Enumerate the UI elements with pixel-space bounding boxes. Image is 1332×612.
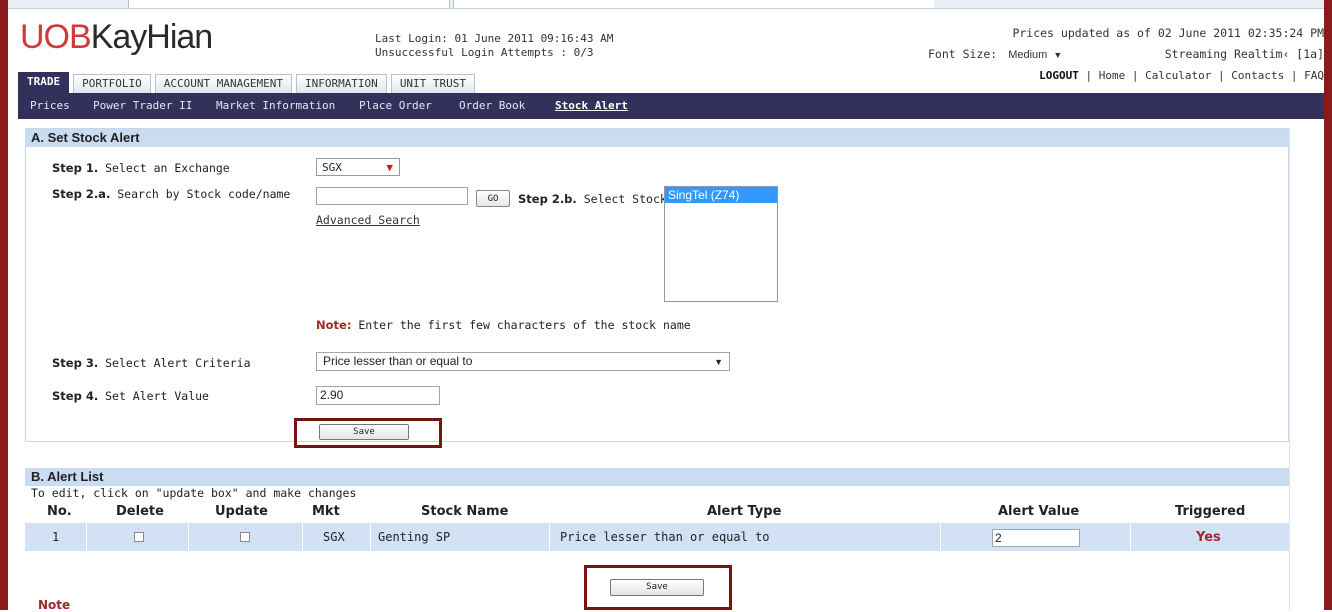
last-login: Last Login: 01 June 2011 09:16:43 AM	[375, 32, 614, 45]
step2b-label: Step 2.b. Select Stock	[518, 192, 667, 206]
row-alert-value-input[interactable]: 2	[992, 529, 1080, 547]
update-checkbox[interactable]	[240, 532, 250, 542]
unsuccessful-attempts: Unsuccessful Login Attempts : 0/3	[375, 46, 594, 59]
stock-listbox[interactable]: SingTel (Z74)	[664, 186, 778, 302]
step3-label: Step 3. Select Alert Criteria	[52, 356, 251, 370]
home-link[interactable]: Home	[1099, 69, 1126, 82]
alert-value-input[interactable]: 2.90	[316, 386, 440, 405]
column-divider	[1130, 523, 1131, 551]
step2a-label: Step 2.a. Search by Stock code/name	[52, 187, 291, 201]
col-alert-type: Alert Type	[707, 504, 782, 519]
save-list-button[interactable]: Save	[610, 579, 704, 596]
stock-option[interactable]: SingTel (Z74)	[665, 187, 777, 203]
prices-updated: Prices updated as of 02 June 2011 02:35:…	[1012, 26, 1324, 40]
col-update: Update	[215, 504, 268, 519]
save-alert-button[interactable]: Save	[319, 424, 409, 440]
contacts-link[interactable]: Contacts	[1231, 69, 1284, 82]
subnav-market-information[interactable]: Market Information	[216, 99, 335, 112]
exchange-select[interactable]: SGX ▼	[316, 158, 400, 176]
tab-portfolio[interactable]: PORTFOLIO	[73, 74, 151, 93]
column-divider	[188, 523, 189, 551]
row-alert-type: Price lesser than or equal to	[560, 530, 770, 544]
col-mkt: Mkt	[312, 504, 340, 519]
column-divider	[940, 523, 941, 551]
alert-list-instructions: To edit, click on "update box" and make …	[31, 486, 357, 500]
delete-checkbox[interactable]	[134, 532, 144, 542]
font-size-control: Font Size: Medium ▼	[928, 47, 1067, 62]
chevron-down-icon: ▼	[386, 161, 393, 174]
login-info: Last Login: 01 June 2011 09:16:43 AM Uns…	[375, 32, 613, 60]
top-links: LOGOUT | Home | Calculator | Contacts | …	[1039, 69, 1324, 82]
chevron-down-icon: ▼	[1053, 50, 1063, 60]
chevron-down-icon: ▼	[714, 357, 723, 367]
window-border-right	[1324, 0, 1332, 610]
column-divider	[549, 523, 550, 551]
col-stock-name: Stock Name	[421, 504, 509, 519]
subnav-stock-alert[interactable]: Stock Alert	[555, 99, 628, 112]
main-tabs: TRADE PORTFOLIO ACCOUNT MANAGEMENT INFORMAT…	[18, 72, 479, 93]
stock-note: Note: Enter the first few characters of …	[316, 318, 691, 332]
row-mkt: SGX	[323, 530, 345, 544]
tab-information[interactable]: INFORMATION	[295, 74, 387, 93]
browser-tab-strip	[8, 0, 1324, 9]
alert-criteria-select[interactable]: Price lesser than or equal to ▼	[316, 352, 730, 371]
stock-search-input[interactable]	[316, 187, 468, 205]
font-size-label: Font Size:	[928, 47, 998, 61]
streaming-status: Streaming Realtim‹ [1a]	[1164, 47, 1324, 61]
tab-account-management[interactable]: ACCOUNT MANAGEMENT	[154, 74, 292, 93]
set-stock-alert-panel	[25, 128, 1289, 442]
faq-link[interactable]: FAQ	[1304, 69, 1324, 82]
row-number: 1	[52, 530, 60, 544]
go-button[interactable]: GO	[476, 190, 510, 207]
col-alert-value: Alert Value	[998, 504, 1080, 519]
col-delete: Delete	[116, 504, 164, 519]
step1-label: Step 1. Select an Exchange	[52, 161, 230, 175]
subnav-place-order[interactable]: Place Order	[359, 99, 432, 112]
scrollbar-track[interactable]	[1289, 128, 1317, 610]
tab-trade[interactable]: TRADE	[18, 72, 70, 93]
logo: UOBKayHian	[20, 18, 213, 56]
subnav-prices[interactable]: Prices	[30, 99, 70, 112]
column-divider	[370, 523, 371, 551]
browser-tab[interactable]	[453, 0, 934, 8]
advanced-search-link[interactable]: Advanced Search	[316, 213, 420, 227]
row-stock-name: Genting SP	[378, 530, 451, 544]
section-b-title: B. Alert List	[25, 468, 1289, 486]
column-divider	[86, 523, 87, 551]
logout-link[interactable]: LOGOUT	[1039, 69, 1079, 82]
col-no: No.	[47, 504, 72, 519]
row-triggered: Yes	[1196, 530, 1221, 545]
subnav-order-book[interactable]: Order Book	[459, 99, 525, 112]
step4-label: Step 4. Set Alert Value	[52, 389, 209, 403]
browser-tab[interactable]	[128, 0, 450, 8]
sub-navigation: Prices Power Trader II Market Informatio…	[18, 93, 1324, 119]
subnav-power-trader[interactable]: Power Trader II	[93, 99, 192, 112]
font-size-select[interactable]: Medium ▼	[1004, 48, 1067, 62]
col-triggered: Triggered	[1175, 504, 1246, 519]
tab-unit-trust[interactable]: UNIT TRUST	[390, 74, 476, 93]
window-border-left	[0, 0, 8, 610]
calculator-link[interactable]: Calculator	[1145, 69, 1211, 82]
column-divider	[302, 523, 303, 551]
section-a-title: A. Set Stock Alert	[25, 129, 1289, 147]
